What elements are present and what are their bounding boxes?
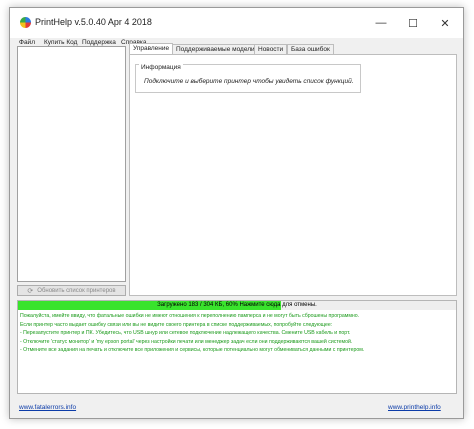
app-window: PrintHelp v.5.0.40 Apr 4 2018 — ☐ ✕ Файл… (9, 7, 464, 419)
log-lines: Пожалуйста, имейте ввиду, что фатальные … (20, 312, 364, 355)
printer-list[interactable] (17, 46, 126, 282)
maximize-button[interactable]: ☐ (398, 14, 428, 32)
info-legend: Информация (139, 64, 183, 71)
log-line: - Отмените все задания на печать и отклю… (20, 347, 365, 353)
log-line: Пожалуйста, имейте ввиду, что фатальные … (20, 313, 360, 319)
log-line: - Перезапустите принтер и ПК. Убедитесь,… (20, 330, 351, 336)
title-bar[interactable]: PrintHelp v.5.0.40 Apr 4 2018 — ☐ ✕ (10, 8, 463, 38)
printhelp-link[interactable]: www.printhelp.info (388, 404, 441, 411)
refresh-printers-button[interactable]: ⟳ Обновить список принтеров (17, 285, 126, 296)
refresh-printers-label: Обновить список принтеров (37, 287, 116, 294)
menu-support[interactable]: Поддержка (82, 39, 116, 46)
minimize-button[interactable]: — (366, 14, 396, 32)
log-line: Если принтер часто выдает ошибку связи и… (20, 321, 333, 328)
info-text: Подключите и выберите принтер чтобы увид… (144, 78, 354, 85)
download-progress-bar[interactable]: Загружено 183 / 304 КБ, 60% Нажмите сюда… (18, 301, 456, 310)
close-button[interactable]: ✕ (430, 14, 460, 32)
refresh-icon: ⟳ (27, 287, 34, 295)
log-area[interactable]: Загружено 183 / 304 КБ, 60% Нажмите сюда… (17, 300, 457, 394)
info-groupbox: Информация Подключите и выберите принтер… (135, 64, 361, 93)
fatalerrors-link[interactable]: www.fatalerrors.info (19, 404, 76, 411)
window-title: PrintHelp v.5.0.40 Apr 4 2018 (35, 17, 152, 27)
menu-buy-code[interactable]: Купить Код (44, 39, 77, 46)
management-panel: Информация Подключите и выберите принтер… (129, 54, 457, 296)
app-logo-icon (20, 17, 31, 28)
menu-file[interactable]: Файл (19, 39, 35, 46)
log-line: - Отключите 'статус монитор' и 'my epson… (20, 338, 353, 345)
progress-text: Загружено 183 / 304 КБ, 60% Нажмите сюда… (157, 302, 317, 308)
